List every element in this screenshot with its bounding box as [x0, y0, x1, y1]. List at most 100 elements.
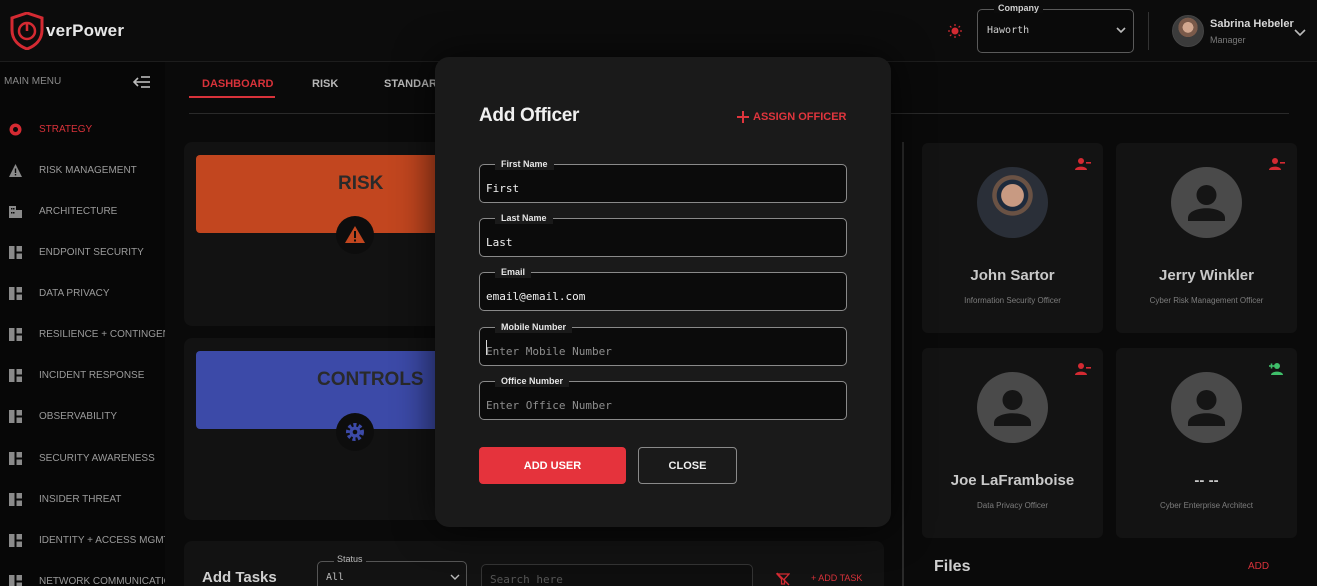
- sidebar-item-label: INCIDENT RESPONSE: [39, 369, 145, 381]
- close-button[interactable]: CLOSE: [638, 447, 737, 484]
- sidebar-item-network-communication[interactable]: NETWORK COMMUNICATION: [0, 566, 179, 586]
- building-icon: [9, 205, 22, 218]
- sidebar-item-label: NETWORK COMMUNICATION: [39, 575, 179, 586]
- user-role: Manager: [1210, 35, 1246, 45]
- sidebar-item-label: IDENTITY + ACCESS MGMT: [39, 534, 170, 546]
- shield-logo-icon: [10, 12, 44, 50]
- officer-card[interactable]: John Sartor Information Security Officer: [922, 143, 1103, 333]
- app-logo[interactable]: verPower: [10, 12, 124, 50]
- remove-user-icon[interactable]: [1075, 157, 1091, 171]
- controls-badge: [336, 413, 374, 451]
- grid-icon: [9, 245, 22, 259]
- assign-officer-label: ASSIGN OFFICER: [753, 111, 847, 123]
- sidebar-item-observability[interactable]: OBSERVABILITY: [0, 401, 165, 431]
- user-avatar[interactable]: [1172, 15, 1204, 47]
- officer-title: Data Privacy Officer: [977, 501, 1048, 510]
- sidebar-item-resilience[interactable]: RESILIENCE + CONTINGENCY: [0, 319, 184, 349]
- app-name: verPower: [46, 21, 125, 40]
- modal-title: Add Officer: [479, 105, 580, 126]
- officer-card[interactable]: Joe LaFramboise Data Privacy Officer: [922, 348, 1103, 538]
- officer-title: Cyber Risk Management Officer: [1149, 296, 1264, 305]
- officer-name: Joe LaFramboise: [950, 472, 1075, 489]
- tab-dashboard[interactable]: DASHBOARD: [202, 78, 274, 90]
- remove-user-icon[interactable]: [1075, 362, 1091, 376]
- company-select-label: Company: [994, 3, 1044, 13]
- add-user-icon[interactable]: [1269, 362, 1285, 376]
- risk-tile[interactable]: RISK: [196, 155, 454, 233]
- sidebar-item-endpoint-security[interactable]: ENDPOINT SECURITY: [0, 237, 165, 267]
- sidebar-item-insider-threat[interactable]: INSIDER THREAT: [0, 484, 165, 514]
- officer-card[interactable]: -- -- Cyber Enterprise Architect: [1116, 348, 1297, 538]
- header-divider: [1148, 12, 1149, 50]
- officer-card[interactable]: Jerry Winkler Cyber Risk Management Offi…: [1116, 143, 1297, 333]
- sidebar-item-architecture[interactable]: ARCHITECTURE: [0, 196, 165, 226]
- officer-title: Cyber Enterprise Architect: [1160, 501, 1253, 510]
- files-title: Files: [934, 558, 971, 575]
- filter-off-icon[interactable]: [776, 572, 790, 586]
- text-caret: [486, 340, 487, 355]
- last-name-input[interactable]: [480, 219, 846, 256]
- sidebar-item-risk-management[interactable]: RISK MANAGEMENT: [0, 155, 165, 185]
- mobile-number-input[interactable]: [480, 328, 846, 365]
- sidebar-item-identity-access[interactable]: IDENTITY + ACCESS MGMT: [0, 525, 170, 555]
- notification-icon[interactable]: [948, 24, 962, 38]
- sidebar-item-incident-response[interactable]: INCIDENT RESPONSE: [0, 360, 165, 390]
- controls-tile[interactable]: CONTROLS: [196, 351, 454, 429]
- grid-icon: [9, 492, 22, 506]
- grid-icon: [9, 574, 22, 586]
- chevron-down-icon: [1116, 27, 1126, 34]
- grid-icon: [9, 533, 22, 547]
- sidebar-item-security-awareness[interactable]: SECURITY AWARENESS: [0, 443, 165, 473]
- status-select-label: Status: [334, 554, 366, 564]
- grid-icon: [9, 286, 22, 300]
- chevron-down-icon[interactable]: [1293, 25, 1307, 39]
- office-number-field[interactable]: Office Number: [479, 375, 847, 420]
- sidebar-item-label: INSIDER THREAT: [39, 493, 122, 505]
- assign-officer-button[interactable]: ASSIGN OFFICER: [737, 111, 847, 123]
- add-task-link[interactable]: + ADD TASK: [811, 573, 862, 583]
- chevron-down-icon: [450, 574, 460, 580]
- task-search-input[interactable]: Search here: [481, 564, 753, 586]
- tab-risk[interactable]: RISK: [312, 78, 338, 90]
- plus-icon: [737, 111, 749, 123]
- sidebar-item-strategy[interactable]: STRATEGY: [0, 114, 165, 144]
- right-column-divider: [902, 142, 904, 586]
- status-select[interactable]: Status All: [317, 554, 467, 586]
- email-input[interactable]: [480, 273, 846, 310]
- email-field[interactable]: Email: [479, 266, 847, 311]
- grid-icon: [9, 327, 22, 341]
- warning-icon: [9, 163, 22, 177]
- main-menu-label: MAIN MENU: [4, 76, 62, 87]
- grid-icon: [9, 368, 22, 382]
- warning-icon: [345, 226, 365, 243]
- mobile-number-field[interactable]: Mobile Number: [479, 321, 847, 366]
- risk-tile-title: RISK: [338, 173, 384, 194]
- add-user-button[interactable]: ADD USER: [479, 447, 626, 484]
- risk-badge: [336, 216, 374, 254]
- last-name-field[interactable]: Last Name: [479, 212, 847, 257]
- first-name-input[interactable]: [480, 165, 846, 202]
- sidebar-item-label: RISK MANAGEMENT: [39, 164, 137, 176]
- sidebar-item-data-privacy[interactable]: DATA PRIVACY: [0, 278, 165, 308]
- shield-icon: [9, 123, 22, 135]
- company-select[interactable]: Company Haworth: [977, 3, 1134, 53]
- officer-title: Information Security Officer: [964, 296, 1061, 305]
- first-name-field[interactable]: First Name: [479, 158, 847, 203]
- sidebar-item-label: ARCHITECTURE: [39, 205, 118, 217]
- sidebar-item-label: OBSERVABILITY: [39, 410, 117, 422]
- officer-name: John Sartor: [970, 267, 1055, 284]
- sidebar: MAIN MENU STRATEGY RISK MANAGEMENT ARCHI…: [0, 62, 184, 586]
- avatar-placeholder-icon: [977, 372, 1048, 443]
- gear-icon: [346, 423, 364, 441]
- avatar-placeholder-icon: [1171, 372, 1242, 443]
- files-add-link[interactable]: ADD: [1248, 561, 1269, 572]
- remove-user-icon[interactable]: [1269, 157, 1285, 171]
- collapse-menu-icon[interactable]: [132, 74, 152, 90]
- avatar-placeholder-icon: [1171, 167, 1242, 238]
- officer-name: -- --: [1194, 472, 1219, 489]
- office-number-input[interactable]: [480, 382, 846, 419]
- sidebar-item-label: SECURITY AWARENESS: [39, 452, 155, 464]
- officer-photo: [977, 167, 1048, 238]
- status-select-value: All: [326, 572, 345, 583]
- officer-name: Jerry Winkler: [1159, 267, 1254, 284]
